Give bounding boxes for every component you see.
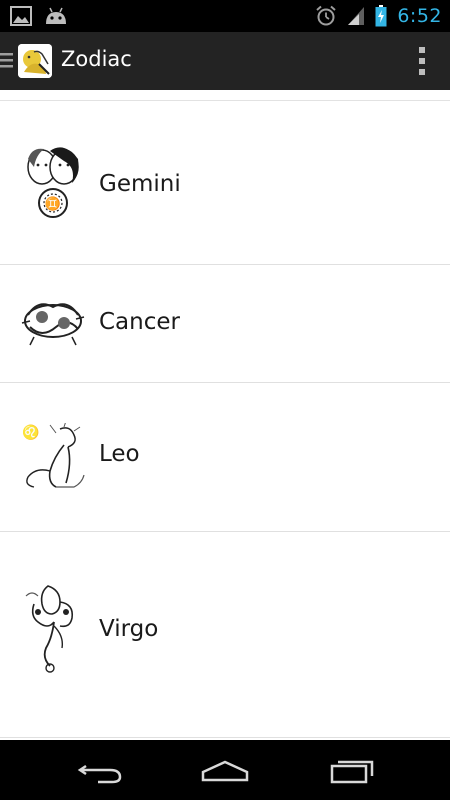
app-icon[interactable] xyxy=(18,44,52,78)
cancer-illustration xyxy=(21,303,85,346)
alarm-icon xyxy=(316,5,336,26)
list-item-label-gemini: Gemini xyxy=(99,171,181,197)
signal-icon xyxy=(348,7,365,25)
navigation-bar xyxy=(0,740,450,800)
svg-text:♊: ♊ xyxy=(45,196,61,212)
svg-text:♌: ♌ xyxy=(22,424,39,441)
list-top-divider xyxy=(0,90,450,101)
status-left-icons xyxy=(10,6,68,26)
list-item-label-leo: Leo xyxy=(99,441,140,467)
back-icon[interactable] xyxy=(76,754,126,786)
action-bar: Zodiac xyxy=(0,32,450,90)
home-icon[interactable] xyxy=(200,754,250,786)
status-bar: 6:52 xyxy=(0,0,450,32)
app-title: Zodiac xyxy=(61,47,132,71)
list-item-leo[interactable]: ♌ Leo xyxy=(0,383,450,532)
gallery-icon xyxy=(10,6,32,26)
status-right-icons: 6:52 xyxy=(315,0,442,32)
zodiac-logo-icon xyxy=(18,44,52,78)
list-item-virgo[interactable]: Virgo xyxy=(0,532,450,738)
virgo-illustration xyxy=(25,585,74,673)
recent-apps-icon[interactable] xyxy=(328,754,378,786)
clock: 6:52 xyxy=(397,5,442,27)
list-item-gemini[interactable]: ♊ Gemini xyxy=(0,101,450,265)
list-item-label-cancer: Cancer xyxy=(99,309,180,335)
gemini-illustration: ♊ xyxy=(27,147,79,218)
zodiac-list: ♊ Gemini Cancer ♌ Leo Virgo xyxy=(0,90,450,740)
overflow-menu-icon[interactable] xyxy=(418,46,426,76)
list-item-label-virgo: Virgo xyxy=(99,616,159,642)
menu-drawer-icon[interactable] xyxy=(0,51,13,69)
battery-charging-icon xyxy=(375,5,387,27)
list-item-cancer[interactable]: Cancer xyxy=(0,265,450,383)
android-icon xyxy=(46,7,66,24)
leo-illustration: ♌ xyxy=(22,423,85,488)
